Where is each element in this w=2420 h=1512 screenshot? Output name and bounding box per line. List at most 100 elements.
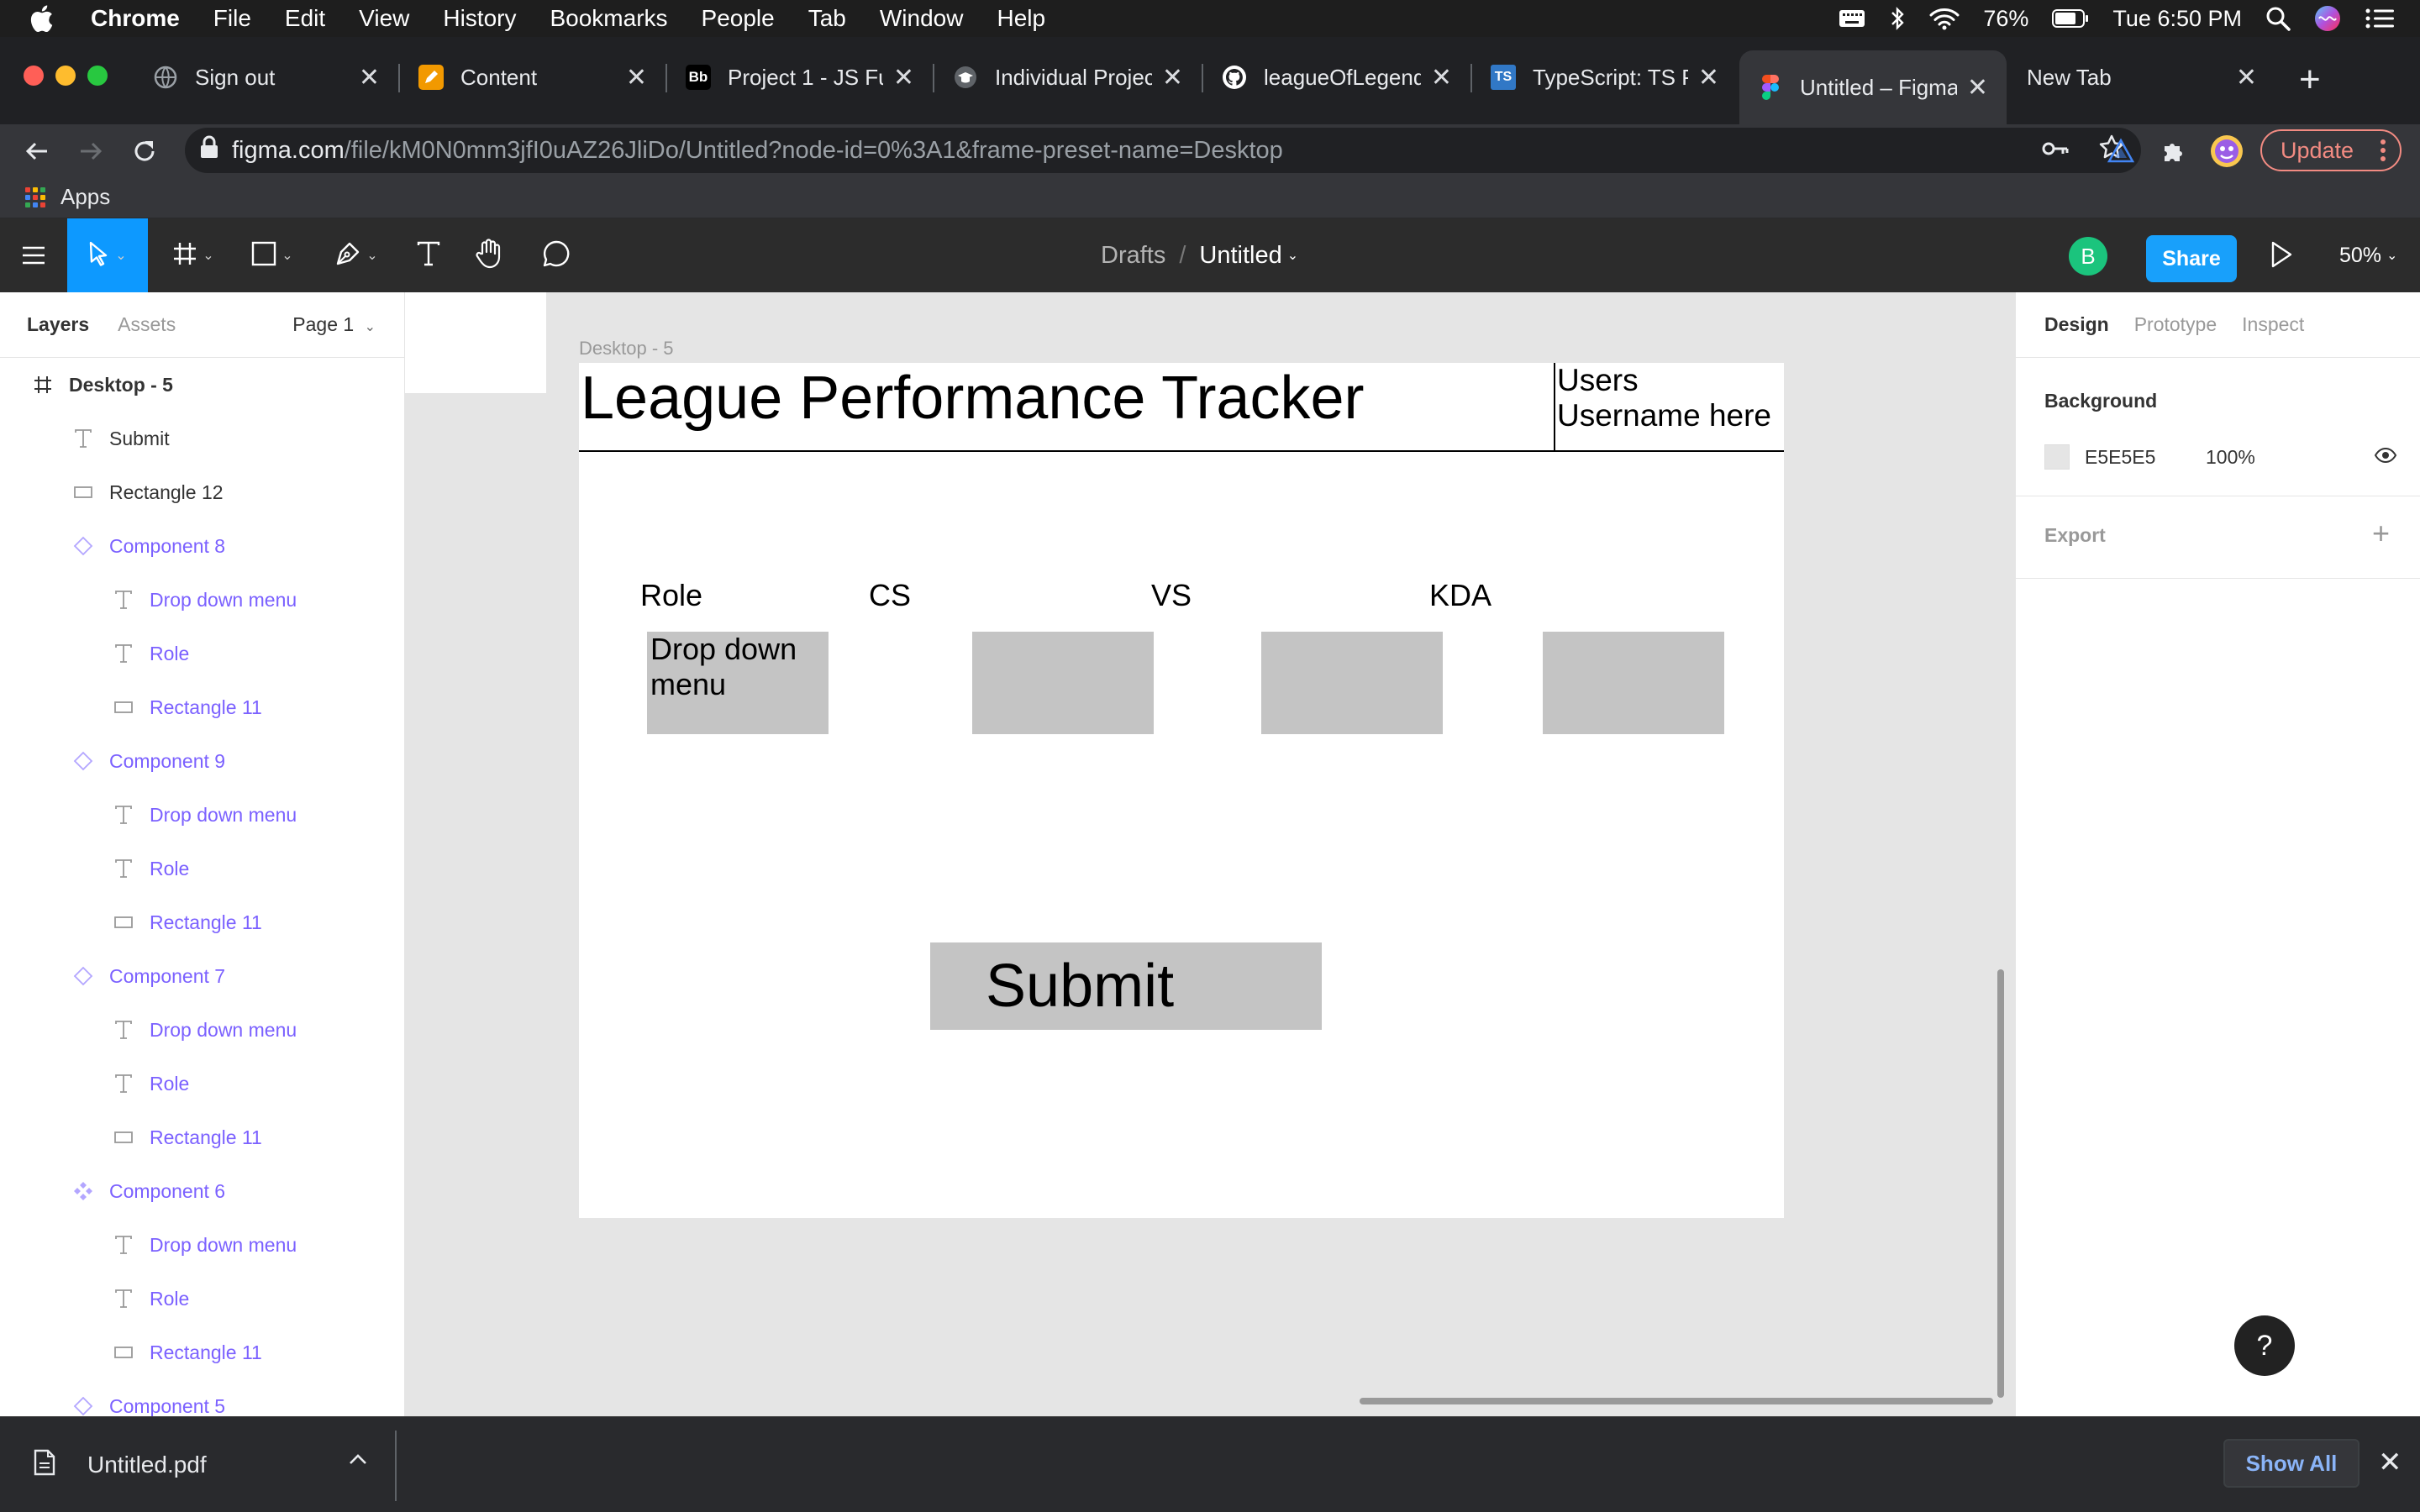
tab-individual-project[interactable]: Individual Projec ✕ — [934, 50, 1202, 104]
layer-row[interactable]: Drop down menu — [0, 788, 404, 842]
layer-row[interactable]: Component 6 — [0, 1164, 404, 1218]
layer-row[interactable]: Component 9 — [0, 734, 404, 788]
tab-close-icon[interactable]: ✕ — [626, 63, 647, 92]
keyboard-icon[interactable] — [1839, 8, 1865, 29]
background-hex[interactable]: E5E5E5 — [2085, 446, 2206, 469]
desktop-frame[interactable]: League Performance Tracker Users Usernam… — [579, 363, 1784, 1218]
apps-grid-icon[interactable] — [25, 186, 45, 207]
share-button[interactable]: Share — [2146, 235, 2237, 282]
layer-row[interactable]: Role — [0, 627, 404, 680]
bluetooth-icon[interactable] — [1889, 6, 1906, 31]
chrome-update-button[interactable]: Update — [2260, 129, 2402, 171]
menu-tab[interactable]: Tab — [808, 5, 846, 32]
add-export-plus-icon[interactable]: + — [2372, 516, 2390, 551]
tab-close-icon[interactable]: ✕ — [1431, 63, 1452, 92]
tab-new-tab[interactable]: New Tab ✕ — [2008, 50, 2275, 104]
chevron-down-icon[interactable]: ⌄ — [1287, 247, 1298, 264]
reload-icon[interactable] — [126, 133, 163, 170]
clock[interactable]: Tue 6:50 PM — [2112, 6, 2242, 32]
show-all-downloads-button[interactable]: Show All — [2223, 1439, 2360, 1488]
vertical-scrollbar[interactable] — [1997, 969, 2004, 1398]
background-opacity[interactable]: 100% — [2206, 446, 2255, 469]
menu-history[interactable]: History — [443, 5, 516, 32]
page-title[interactable]: League Performance Tracker — [581, 363, 1364, 433]
wifi-icon[interactable] — [1929, 7, 1960, 30]
siri-icon[interactable] — [2314, 5, 2341, 32]
forward-arrow-icon[interactable] — [72, 133, 109, 170]
menu-bookmarks[interactable]: Bookmarks — [550, 5, 667, 32]
user-avatar[interactable]: B — [2069, 237, 2107, 276]
tab-close-icon[interactable]: ✕ — [1967, 73, 1988, 102]
battery-icon[interactable] — [2052, 8, 2089, 29]
profile-avatar-icon[interactable] — [2208, 133, 2245, 170]
lock-icon[interactable] — [200, 135, 218, 165]
layer-row[interactable]: Rectangle 12 — [0, 465, 404, 519]
menu-app-name[interactable]: Chrome — [91, 5, 180, 32]
tab-close-icon[interactable]: ✕ — [359, 63, 380, 92]
menu-view[interactable]: View — [359, 5, 409, 32]
shape-tool[interactable]: ⌄ — [240, 218, 304, 292]
menu-people[interactable]: People — [702, 5, 775, 32]
layer-row[interactable]: Drop down menu — [0, 1218, 404, 1272]
apps-bookmark[interactable]: Apps — [60, 184, 110, 210]
frame-tool[interactable]: ⌄ — [161, 218, 225, 292]
layer-row[interactable]: Rectangle 11 — [0, 680, 404, 734]
breadcrumb-drafts[interactable]: Drafts — [1101, 242, 1165, 270]
username-label[interactable]: Users Username here — [1554, 363, 1784, 452]
minimize-window-button[interactable] — [55, 66, 76, 86]
close-window-button[interactable] — [24, 66, 44, 86]
visibility-eye-icon[interactable] — [2374, 446, 2397, 469]
tab-close-icon[interactable]: ✕ — [2236, 63, 2257, 92]
cs-input-box[interactable] — [972, 632, 1154, 734]
tab-close-icon[interactable]: ✕ — [1698, 63, 1719, 92]
tab-layers[interactable]: Layers — [27, 313, 89, 336]
design-canvas[interactable]: Desktop - 5 League Performance Tracker U… — [405, 292, 2015, 1416]
tab-content[interactable]: Content ✕ — [400, 50, 666, 104]
tab-assets[interactable]: Assets — [118, 313, 176, 336]
frame-label[interactable]: Desktop - 5 — [579, 338, 674, 360]
layer-row[interactable]: Rectangle 11 — [0, 1110, 404, 1164]
layer-row[interactable]: Component 8 — [0, 519, 404, 573]
spotlight-search-icon[interactable] — [2265, 6, 2291, 31]
background-color-swatch[interactable] — [2044, 444, 2070, 470]
export-section-title[interactable]: Export — [2044, 524, 2106, 547]
hand-tool[interactable] — [467, 218, 511, 292]
tab-close-icon[interactable]: ✕ — [893, 63, 914, 92]
present-play-icon[interactable] — [2269, 240, 2294, 273]
kda-input-box[interactable] — [1543, 632, 1724, 734]
chevron-up-icon[interactable] — [348, 1452, 368, 1470]
horizontal-scrollbar[interactable] — [1360, 1398, 1993, 1404]
tab-close-icon[interactable]: ✕ — [1162, 63, 1183, 92]
layer-row[interactable]: Component 7 — [0, 949, 404, 1003]
menu-help[interactable]: Help — [997, 5, 1045, 32]
layer-row[interactable]: Submit — [0, 412, 404, 465]
stat-label-vs[interactable]: VS — [1081, 578, 1262, 613]
move-tool[interactable]: ⌄ — [67, 218, 148, 292]
key-icon[interactable] — [2042, 137, 2069, 165]
layer-row[interactable]: Desktop - 5 — [0, 358, 404, 412]
layer-row[interactable]: Drop down menu — [0, 1003, 404, 1057]
file-name[interactable]: Untitled — [1199, 242, 1281, 270]
download-item[interactable]: Untitled.pdf — [34, 1417, 207, 1512]
tab-project-1[interactable]: Bb Project 1 - JS Fu ✕ — [667, 50, 933, 104]
new-tab-plus-icon[interactable]: + — [2299, 59, 2321, 101]
extensions-puzzle-icon[interactable] — [2154, 133, 2191, 170]
help-button[interactable]: ? — [2234, 1315, 2295, 1376]
stat-label-role[interactable]: Role — [581, 578, 762, 613]
layer-row[interactable]: Rectangle 11 — [0, 895, 404, 949]
text-tool[interactable] — [403, 218, 454, 292]
more-vertical-icon[interactable] — [2380, 138, 2386, 163]
role-dropdown-box[interactable]: Drop down menu — [647, 632, 829, 734]
back-arrow-icon[interactable] — [18, 133, 55, 170]
submit-button[interactable]: Submit — [930, 942, 1322, 1030]
zoom-window-button[interactable] — [87, 66, 108, 86]
zoom-dropdown[interactable]: 50% ⌄ — [2339, 218, 2397, 292]
comment-tool[interactable] — [534, 218, 578, 292]
close-downloads-icon[interactable]: ✕ — [2378, 1446, 2402, 1479]
layer-row[interactable]: Rectangle 11 — [0, 1326, 404, 1379]
layer-row[interactable]: Role — [0, 1272, 404, 1326]
tab-design[interactable]: Design — [2044, 313, 2109, 336]
menu-window[interactable]: Window — [880, 5, 964, 32]
stat-label-cs[interactable]: CS — [799, 578, 981, 613]
menu-file[interactable]: File — [213, 5, 251, 32]
